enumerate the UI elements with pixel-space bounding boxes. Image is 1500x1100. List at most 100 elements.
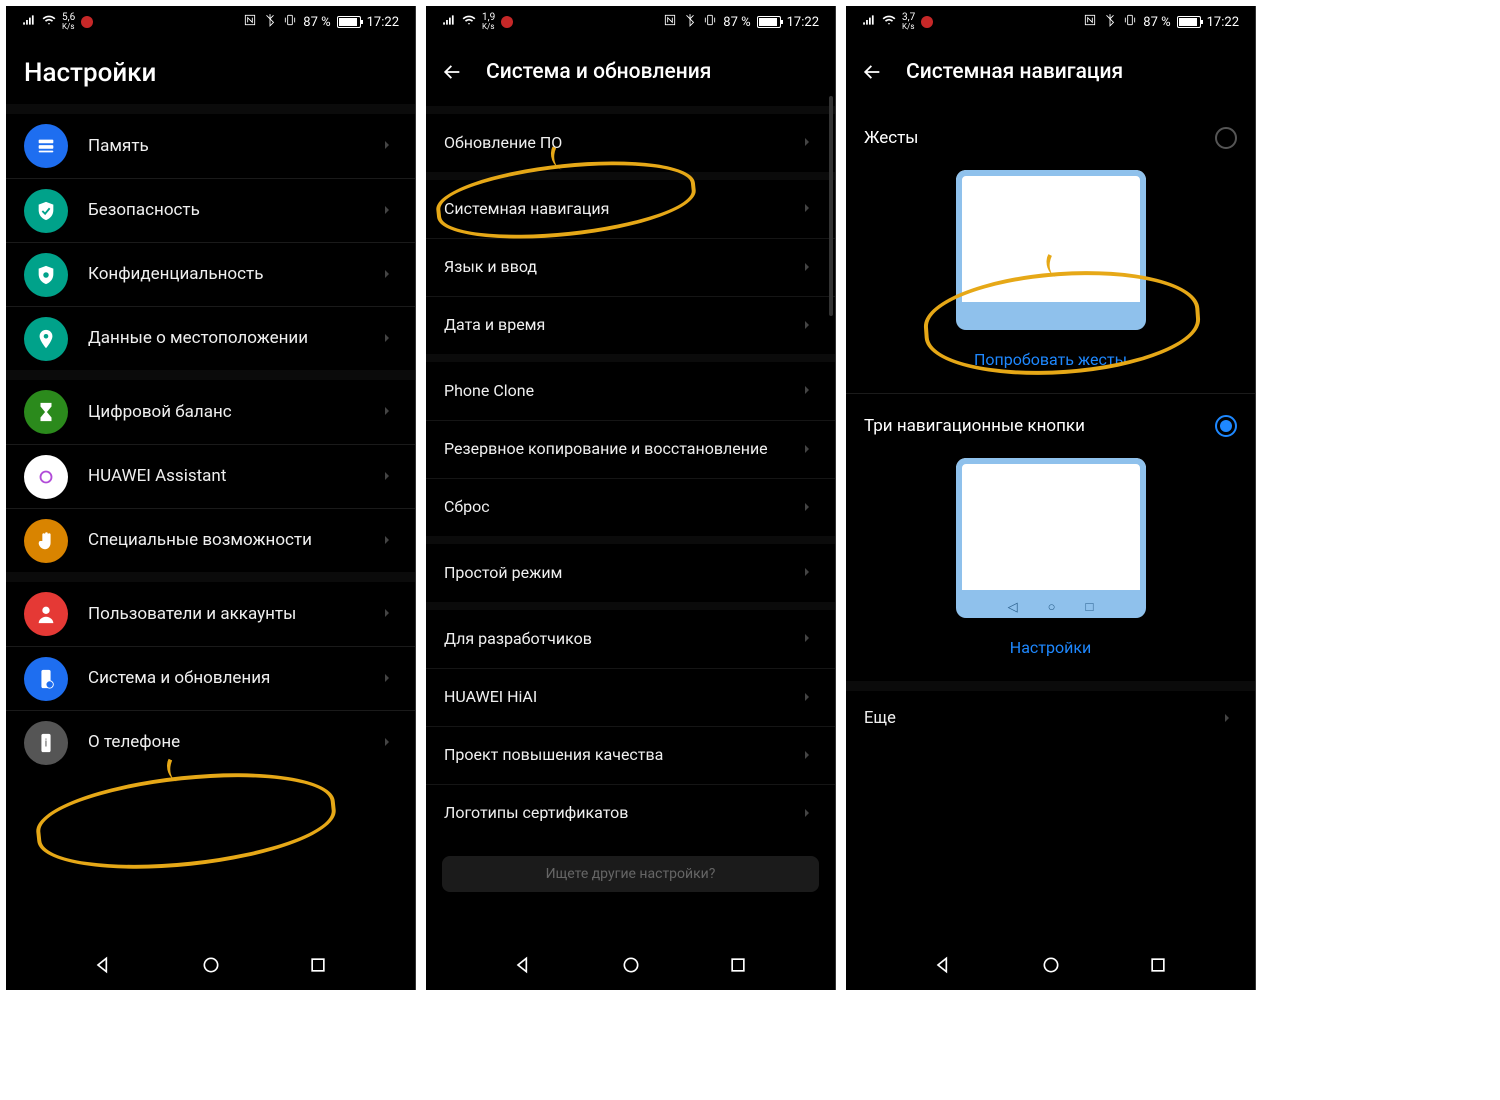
settings-row[interactable]: i О телефоне bbox=[6, 710, 415, 774]
row-label: HUAWEI HiAI bbox=[444, 687, 801, 708]
settings-row[interactable]: Безопасность bbox=[6, 178, 415, 242]
battery-icon bbox=[337, 16, 361, 28]
nav-recent-icon[interactable] bbox=[308, 955, 328, 979]
settings-row[interactable]: Дата и время bbox=[426, 296, 835, 354]
search-other-settings[interactable]: Ищете другие настройки? bbox=[442, 856, 819, 892]
settings-row[interactable]: Для разработчиков bbox=[426, 610, 835, 668]
hand-icon bbox=[24, 519, 68, 563]
preview-back-icon: ◁ bbox=[1008, 600, 1018, 615]
bluetooth-icon bbox=[683, 13, 697, 31]
nav-back-icon[interactable] bbox=[93, 955, 113, 979]
settings-row[interactable]: Проект повышения качества bbox=[426, 726, 835, 784]
android-nav-bar bbox=[426, 944, 835, 990]
battery-icon bbox=[757, 16, 781, 28]
nav-recent-icon[interactable] bbox=[1148, 955, 1168, 979]
phone-settings-root: 5,6K/s 87 % 17:22 Настройки ПамятьБезопа… bbox=[6, 6, 416, 990]
row-label: Безопасность bbox=[88, 199, 381, 221]
chevron-right-icon bbox=[801, 563, 821, 583]
chevron-right-icon bbox=[1221, 709, 1241, 729]
gestures-preview bbox=[956, 170, 1146, 330]
settings-row[interactable]: Специальные возможности bbox=[6, 508, 415, 572]
chevron-right-icon bbox=[801, 316, 821, 336]
page-header: Система и обновления bbox=[426, 38, 835, 106]
android-nav-bar bbox=[846, 944, 1255, 990]
row-label: О телефоне bbox=[88, 731, 381, 753]
radio-three-buttons[interactable] bbox=[1215, 415, 1237, 437]
settings-row[interactable]: Обновление ПО bbox=[426, 114, 835, 172]
pin-icon bbox=[24, 317, 68, 361]
settings-row[interactable]: Пользователи и аккаунты bbox=[6, 582, 415, 646]
chevron-right-icon bbox=[801, 804, 821, 824]
row-label: Память bbox=[88, 135, 381, 157]
chevron-right-icon bbox=[801, 688, 821, 708]
settings-row[interactable]: Система и обновления bbox=[6, 646, 415, 710]
chevron-right-icon bbox=[381, 136, 401, 156]
settings-row[interactable]: Простой режим bbox=[426, 544, 835, 602]
settings-row[interactable]: Данные о местоположении bbox=[6, 306, 415, 370]
signal-icon bbox=[862, 13, 876, 31]
chevron-right-icon bbox=[381, 467, 401, 487]
nav-back-icon[interactable] bbox=[513, 955, 533, 979]
nav-home-icon[interactable] bbox=[201, 955, 221, 979]
battery-percent: 87 % bbox=[303, 15, 330, 30]
nav-recent-icon[interactable] bbox=[728, 955, 748, 979]
record-indicator-icon bbox=[501, 16, 513, 28]
three-buttons-settings-link[interactable]: Настройки bbox=[864, 622, 1237, 675]
shield-lock-icon bbox=[24, 253, 68, 297]
battery-icon bbox=[1177, 16, 1201, 28]
clock: 17:22 bbox=[787, 15, 819, 30]
row-label: Резервное копирование и восстановление bbox=[444, 439, 801, 460]
settings-row[interactable]: Резервное копирование и восстановление bbox=[426, 420, 835, 478]
vibrate-icon bbox=[703, 13, 717, 31]
network-speed: 1,9K/s bbox=[482, 13, 495, 31]
page-header: Системная навигация bbox=[846, 38, 1255, 106]
row-label: HUAWEI Assistant bbox=[88, 465, 381, 487]
option-three-buttons[interactable]: Три навигационные кнопки ◁ ○ □ Настройки bbox=[846, 394, 1255, 681]
shield-check-icon bbox=[24, 189, 68, 233]
chevron-right-icon bbox=[801, 629, 821, 649]
status-bar: 1,9K/s 87 % 17:22 bbox=[426, 6, 835, 38]
nfc-icon bbox=[243, 13, 257, 31]
settings-row[interactable]: Phone Clone bbox=[426, 362, 835, 420]
nav-home-icon[interactable] bbox=[1041, 955, 1061, 979]
row-label: Сброс bbox=[444, 497, 801, 518]
settings-row[interactable]: HUAWEI Assistant bbox=[6, 444, 415, 508]
try-gestures-link[interactable]: Попробовать жесты bbox=[864, 334, 1237, 387]
option-gestures[interactable]: Жесты Попробовать жесты bbox=[846, 106, 1255, 393]
settings-row[interactable]: HUAWEI HiAI bbox=[426, 668, 835, 726]
network-speed: 3,7K/s bbox=[902, 13, 915, 31]
nav-home-icon[interactable] bbox=[621, 955, 641, 979]
row-label: Конфиденциальность bbox=[88, 263, 381, 285]
settings-row[interactable]: Цифровой баланс bbox=[6, 380, 415, 444]
settings-row[interactable]: Логотипы сертификатов bbox=[426, 784, 835, 842]
back-button[interactable] bbox=[852, 52, 892, 92]
bluetooth-icon bbox=[1103, 13, 1117, 31]
row-label: Простой режим bbox=[444, 563, 801, 584]
chevron-right-icon bbox=[381, 329, 401, 349]
clock: 17:22 bbox=[1207, 15, 1239, 30]
settings-row[interactable]: Конфиденциальность bbox=[6, 242, 415, 306]
preview-recent-icon: □ bbox=[1086, 599, 1094, 615]
three-buttons-preview: ◁ ○ □ bbox=[956, 458, 1146, 618]
chevron-right-icon bbox=[381, 733, 401, 753]
clock: 17:22 bbox=[367, 15, 399, 30]
option-gestures-label: Жесты bbox=[864, 128, 919, 148]
settings-row[interactable]: Память bbox=[6, 114, 415, 178]
row-label: Phone Clone bbox=[444, 381, 801, 402]
info-icon: i bbox=[24, 721, 68, 765]
settings-row[interactable]: Язык и ввод bbox=[426, 238, 835, 296]
status-bar: 5,6K/s 87 % 17:22 bbox=[6, 6, 415, 38]
nav-back-icon[interactable] bbox=[933, 955, 953, 979]
back-button[interactable] bbox=[432, 52, 472, 92]
storage-icon bbox=[24, 124, 68, 168]
settings-row[interactable]: Сброс bbox=[426, 478, 835, 536]
row-more[interactable]: Еще bbox=[846, 691, 1255, 747]
chevron-right-icon bbox=[381, 604, 401, 624]
chevron-right-icon bbox=[801, 746, 821, 766]
bluetooth-icon bbox=[263, 13, 277, 31]
radio-gestures[interactable] bbox=[1215, 127, 1237, 149]
settings-row[interactable]: Системная навигация bbox=[426, 180, 835, 238]
row-label: Язык и ввод bbox=[444, 257, 801, 278]
network-speed: 5,6K/s bbox=[62, 13, 75, 31]
vibrate-icon bbox=[283, 13, 297, 31]
